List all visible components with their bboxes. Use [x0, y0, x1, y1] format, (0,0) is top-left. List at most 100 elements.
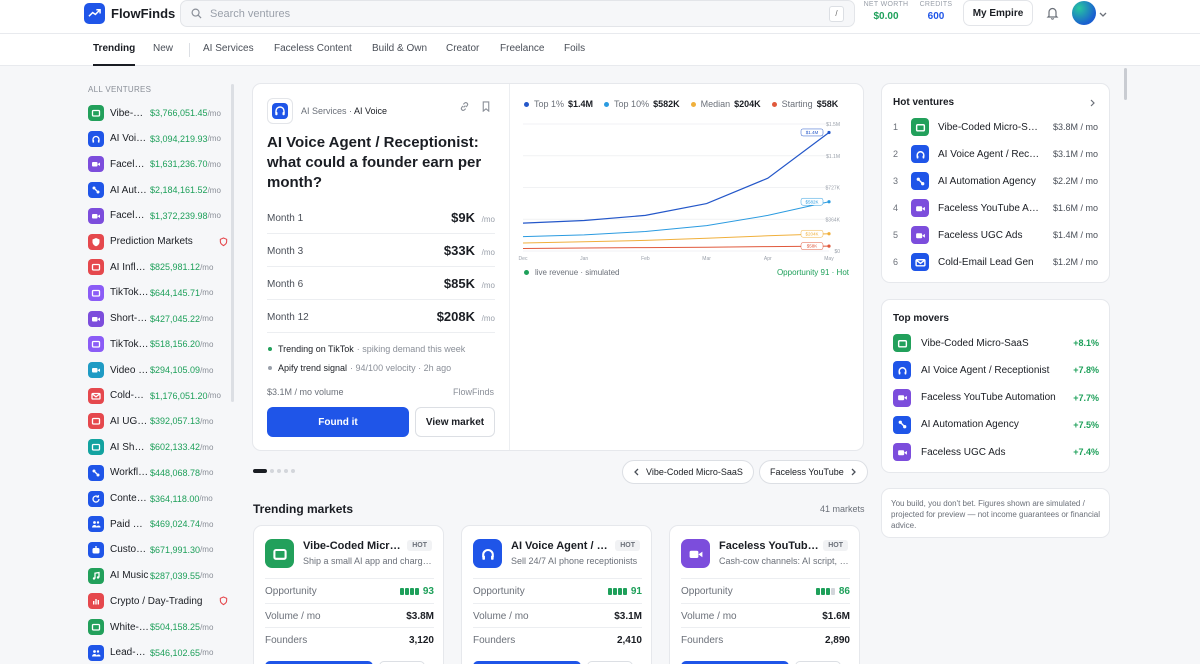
- tab-ai-services[interactable]: AI Services: [203, 34, 254, 66]
- carousel-dots[interactable]: [253, 469, 295, 473]
- opportunity-label: Opportunity: [473, 586, 525, 597]
- found-it-button[interactable]: Found it: [267, 407, 409, 437]
- volume-label: Volume / mo: [681, 611, 737, 622]
- sidebar-item[interactable]: TikTok Shop$644,145.71/mo: [88, 284, 228, 301]
- carousel-dot[interactable]: [277, 469, 281, 473]
- sidebar-item[interactable]: Cold-Email$1,176,051.20/mo: [88, 387, 228, 404]
- legend-item: Top 1% $1.4M: [524, 99, 593, 109]
- tab-foils[interactable]: Foils: [564, 34, 585, 66]
- bookmark-icon[interactable]: [481, 101, 491, 115]
- sidebar-item[interactable]: Faceless YouTube$1,631,236.70/mo: [88, 156, 228, 173]
- top-mover-row[interactable]: Faceless UGC Ads +7.4%: [893, 442, 1099, 462]
- brand-logo[interactable]: FlowFinds: [84, 3, 175, 24]
- sidebar-item-unit: /mo: [200, 365, 214, 375]
- sidebar-item[interactable]: Vibe-Coded Micro-SaaS$3,766,051.45/mo: [88, 105, 228, 121]
- sidebar-item[interactable]: Prediction Markets: [88, 233, 228, 250]
- series-end-label: $582K: [805, 199, 818, 204]
- carousel-prev-button[interactable]: Vibe-Coded Micro-SaaS: [622, 460, 754, 484]
- avatar[interactable]: [1072, 1, 1096, 25]
- volume-row: Volume / mo $1.6M: [681, 603, 850, 627]
- music-icon: [88, 567, 104, 584]
- net-worth-label: NET WORTH: [863, 1, 909, 8]
- sidebar-item[interactable]: AI Music $287,039.55/mo: [88, 567, 228, 584]
- carousel-next-button[interactable]: Faceless YouTube: [759, 460, 868, 484]
- sidebar-item[interactable]: Video Editing$294,105.09/mo: [88, 362, 228, 378]
- chart-legend: Top 1% $1.4M Top 10% $582K Median $204K Sta…: [524, 99, 849, 109]
- tab-trending[interactable]: Trending: [93, 34, 136, 66]
- sidebar-item-unit: /mo: [200, 648, 214, 658]
- top-movers-title: Top movers: [893, 313, 949, 324]
- hot-ventures-panel: Hot ventures 1 Vibe-Coded Micro-SaaS $3.8M…: [881, 83, 1110, 283]
- hot-venture-row[interactable]: 2 AI Voice Agent / Receptionist $3.1M / mo: [893, 144, 1098, 164]
- market-card[interactable]: AI Voice Agent / ReceptionistHOT Sell 24/…: [461, 525, 652, 664]
- tab-build-own[interactable]: Build & Own: [372, 34, 427, 66]
- carousel-dot[interactable]: [284, 469, 288, 473]
- top-mover-row[interactable]: Vibe-Coded Micro-SaaS +8.1%: [893, 333, 1099, 353]
- volume-text: $3.1M / mo volume: [267, 387, 344, 397]
- sidebar-item-unit: /mo: [207, 391, 221, 401]
- rank: 5: [893, 230, 899, 240]
- top-mover-name: Vibe-Coded Micro-SaaS: [921, 337, 1029, 349]
- sidebar-item[interactable]: Short-Form$427,045.22/mo: [88, 310, 228, 327]
- sidebar-item[interactable]: AI Shorts $602,133.42/mo: [88, 439, 228, 456]
- category-label: AI Services: [301, 106, 347, 116]
- sidebar-item[interactable]: Faceless UGC$1,372,239.98/mo: [88, 207, 228, 224]
- top-mover-row[interactable]: AI Voice Agent / Receptionist +7.8%: [893, 360, 1099, 380]
- search-input[interactable]: [210, 7, 810, 20]
- legend-value: $582K: [653, 99, 680, 109]
- net-worth-stat: NET WORTH $0.00: [862, 1, 910, 22]
- month-value: $33K: [443, 243, 475, 258]
- sidebar-item[interactable]: Lead-Gen$546,102.65/mo: [88, 644, 228, 661]
- top-mover-row[interactable]: Faceless YouTube Automation +7.7%: [893, 388, 1099, 408]
- carousel-dot-active[interactable]: [253, 469, 267, 473]
- sidebar-item-unit: /mo: [200, 288, 214, 298]
- carousel-dot[interactable]: [270, 469, 274, 473]
- hot-venture-row[interactable]: 4 Faceless YouTube Automation $1.6M / mo: [893, 198, 1098, 218]
- sidebar-item[interactable]: Content Repurposing$364,118.00/mo: [88, 490, 228, 507]
- video-icon: [88, 156, 104, 173]
- headset-icon: [267, 98, 293, 124]
- sidebar-item-value: $364,118.00: [150, 493, 200, 504]
- tab-new[interactable]: New: [153, 34, 173, 66]
- hot-venture-name: Cold-Email Lead Gen: [938, 256, 1034, 268]
- sidebar-scrollbar[interactable]: [231, 84, 234, 402]
- chevron-right-icon[interactable]: [1090, 99, 1096, 107]
- subcategory-label: AI Voice: [354, 106, 388, 116]
- hot-venture-row[interactable]: 1 Vibe-Coded Micro-SaaS $3.8M / mo: [893, 117, 1098, 137]
- tab-faceless-content[interactable]: Faceless Content: [274, 34, 352, 66]
- view-market-button[interactable]: View market: [415, 407, 495, 437]
- y-tick-label: $364K: [826, 217, 841, 223]
- top-mover-row[interactable]: AI Automation Agency +7.5%: [893, 415, 1099, 435]
- bell-icon[interactable]: [1046, 6, 1059, 23]
- my-empire-button[interactable]: My Empire: [963, 0, 1033, 26]
- tab-freelance[interactable]: Freelance: [500, 34, 544, 66]
- sidebar-item-label: AI Music: [110, 570, 149, 582]
- search-bar[interactable]: /: [180, 0, 855, 27]
- market-card[interactable]: Vibe-Coded Micro-SaaSHOT Ship a small AI …: [253, 525, 444, 664]
- market-card[interactable]: Faceless YouTube AutomationHOT Cash-cow c…: [669, 525, 860, 664]
- sidebar-item[interactable]: Crypto / Day-Trading: [88, 593, 228, 610]
- sidebar-item[interactable]: TikTok Creator$518,156.20/mo: [88, 336, 228, 353]
- tab-creator[interactable]: Creator: [446, 34, 479, 66]
- page-scrollbar[interactable]: [1124, 68, 1127, 100]
- month-unit: /mo: [481, 215, 495, 224]
- sidebar-item[interactable]: Custom GPTs$671,991.30/mo: [88, 541, 228, 558]
- hot-venture-row[interactable]: 3 AI Automation Agency $2.2M / mo: [893, 171, 1098, 191]
- sidebar-item[interactable]: Workflow $448,068.78/mo: [88, 464, 228, 481]
- hot-venture-row[interactable]: 6 Cold-Email Lead Gen $1.2M / mo: [893, 252, 1098, 272]
- sidebar-item[interactable]: Paid Discord$469,024.74/mo: [88, 516, 228, 533]
- app-icon: [88, 336, 104, 353]
- hot-venture-row[interactable]: 5 Faceless UGC Ads $1.4M / mo: [893, 225, 1098, 245]
- sidebar-item[interactable]: AI UGC Ads$392,057.13/mo: [88, 413, 228, 430]
- top-mover-change: +8.1%: [1073, 338, 1099, 348]
- sidebar-item[interactable]: AI Automation$2,184,161.52/mo: [88, 182, 228, 199]
- link-icon[interactable]: [459, 101, 470, 115]
- sidebar-item[interactable]: White-Label$504,158.25/mo: [88, 619, 228, 635]
- chevron-down-icon[interactable]: [1099, 9, 1107, 21]
- top-mover-name: Faceless YouTube Automation: [921, 392, 1056, 404]
- volume-label: Volume / mo: [265, 611, 321, 622]
- app-icon: [911, 118, 929, 136]
- sidebar-item[interactable]: AI Influencer$825,981.12/mo: [88, 259, 228, 276]
- sidebar-item[interactable]: AI Voice Agent$3,094,219.93/mo: [88, 130, 228, 147]
- carousel-dot[interactable]: [291, 469, 295, 473]
